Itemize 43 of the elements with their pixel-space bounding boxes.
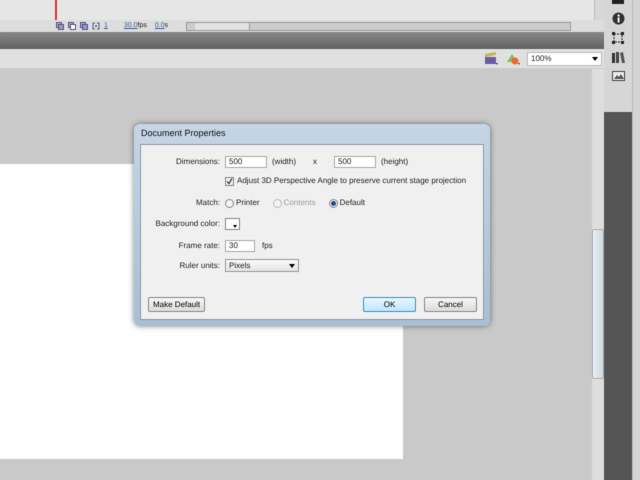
dimensions-label: Dimensions: (174, 156, 220, 168)
dialog-button[interactable]: Cancel (424, 297, 477, 312)
dialog-button[interactable]: OK (363, 297, 416, 312)
adjust-3d-checkbox[interactable] (225, 176, 234, 186)
radio-label: Printer (236, 197, 260, 209)
horizontal-scrollbar[interactable] (186, 22, 572, 30)
transform-icon[interactable] (612, 32, 624, 44)
radio-label: Default (340, 197, 365, 209)
frame-rate-field[interactable]: 30 (225, 240, 255, 252)
adjust-3d-label: Adjust 3D Perspective Angle to preserve current stage projection (237, 175, 466, 187)
clapperboard-icon[interactable] (483, 52, 499, 66)
radio-dot-icon (330, 200, 336, 206)
frame-rate-label: Frame rate: (178, 240, 220, 252)
onion-outline-icon[interactable] (80, 22, 88, 30)
edit-frames-icon[interactable] (92, 22, 100, 30)
make-default-button[interactable]: Make Default (148, 297, 206, 312)
radio-button[interactable] (328, 198, 338, 208)
caret-icon (592, 56, 598, 60)
height-label: (height) (381, 156, 408, 168)
center-frame-icon[interactable] (56, 22, 64, 30)
background-color-label: Background color: (154, 218, 220, 230)
onion-skin-icon[interactable] (68, 22, 76, 30)
playhead-marker (55, 0, 57, 20)
dialog-title: Document Properties (140, 127, 227, 140)
color-swatch[interactable] (225, 218, 240, 230)
ruler-units-label: Ruler units: (178, 260, 220, 272)
library-books-icon[interactable] (612, 51, 624, 63)
dimension-separator: x (313, 156, 318, 168)
match-label: Match: (194, 197, 220, 209)
align-icon[interactable] (611, 0, 625, 5)
zoom-dropdown[interactable]: 100% (527, 52, 602, 66)
frame-rate-unit: fps (262, 240, 273, 252)
height-field[interactable]: 500 (334, 156, 376, 168)
caret-icon (289, 264, 295, 268)
check-icon (226, 178, 233, 184)
ruler-units-dropdown[interactable]: Pixels (225, 259, 299, 272)
radio-button[interactable] (225, 198, 234, 208)
radio-label: Contents (284, 197, 316, 209)
scrollbar-thumb[interactable] (592, 229, 604, 379)
info-icon[interactable] (612, 12, 624, 25)
width-field[interactable]: 500 (225, 156, 267, 168)
folder-picture-icon[interactable] (612, 70, 624, 81)
width-label: (width) (272, 156, 296, 168)
